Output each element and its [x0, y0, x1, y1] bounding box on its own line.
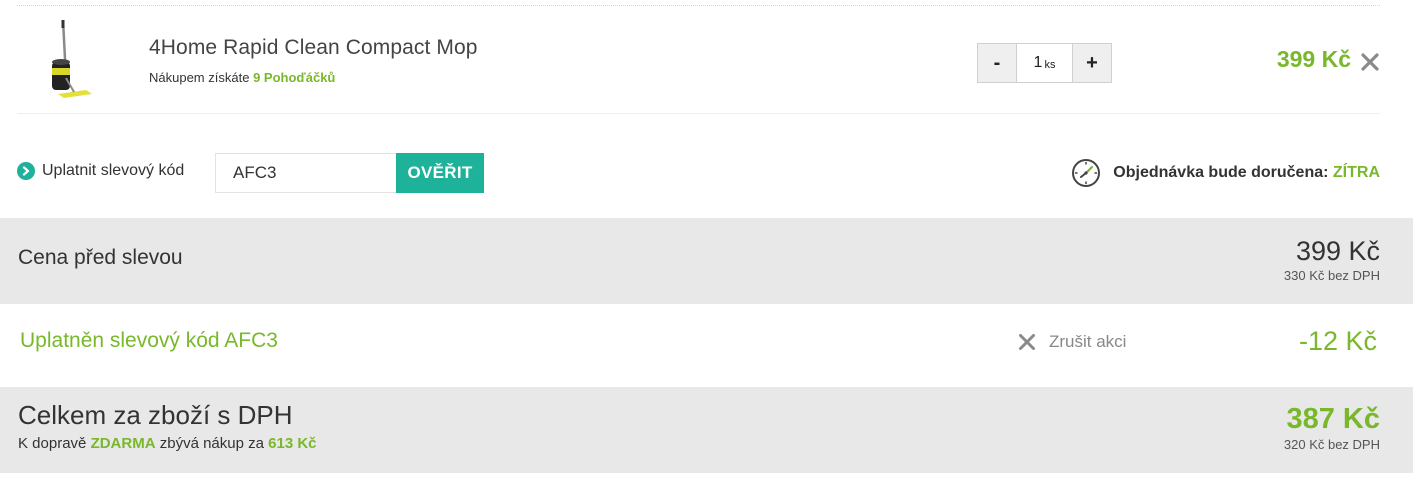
- delivery-text: Objednávka bude doručena: ZÍTRA: [1113, 164, 1380, 182]
- discount-code-label: Uplatnit slevový kód: [42, 162, 185, 179]
- discount-code-toggle[interactable]: Uplatnit slevový kód: [17, 162, 184, 180]
- close-icon[interactable]: [1360, 52, 1380, 72]
- applied-discount-label: Uplatněn slevový kód AFC3: [20, 329, 278, 352]
- shipping-prefix: K dopravě: [18, 435, 87, 452]
- delivery-label: Objednávka bude doručena:: [1113, 164, 1329, 181]
- clock-icon: [1072, 159, 1101, 187]
- product-price: 399 Kč: [1276, 46, 1351, 72]
- cancel-discount-button[interactable]: Zrušit akci: [1018, 332, 1126, 352]
- price-before-discount-value: 399 Kč: [1295, 236, 1380, 266]
- loyalty-points: Nákupem získáte 9 Pohoďáčků: [149, 70, 335, 85]
- discount-code-input[interactable]: [215, 153, 397, 193]
- increase-quantity-button[interactable]: +: [1072, 44, 1111, 82]
- quantity-field[interactable]: 1 ks: [1017, 44, 1072, 82]
- chevron-right-circle-icon: [17, 162, 35, 180]
- shipping-remaining: 613 Kč: [268, 435, 317, 452]
- points-prefix: Nákupem získáte: [149, 70, 250, 85]
- total-row: Celkem za zboží s DPH K dopravě ZDARMA z…: [0, 387, 1413, 473]
- total-label: Celkem za zboží s DPH: [18, 400, 293, 430]
- decrease-quantity-button[interactable]: -: [978, 44, 1017, 82]
- price-before-discount-row: Cena před slevou 399 Kč 330 Kč bez DPH: [0, 218, 1413, 304]
- quantity-stepper: - 1 ks +: [977, 43, 1112, 83]
- quantity-unit: ks: [1044, 59, 1056, 71]
- total-price: 387 Kč: [1286, 403, 1380, 435]
- cart-page: 4Home Rapid Clean Compact Mop Nákupem zí…: [0, 0, 1413, 487]
- points-value: 9 Pohoďáčků: [253, 70, 336, 85]
- product-thumbnail[interactable]: [30, 18, 100, 102]
- free-shipping-note: K dopravě ZDARMA zbývá nákup za 613 Kč: [18, 435, 317, 452]
- discount-code-row: Uplatnit slevový kód OVĚŘIT Objednávka b…: [17, 152, 1380, 194]
- total-price-without-vat: 320 Kč bez DPH: [1283, 437, 1380, 452]
- price-before-discount-label: Cena před slevou: [18, 246, 183, 269]
- delivery-info: Objednávka bude doručena: ZÍTRA: [1071, 158, 1380, 188]
- price-before-discount-without-vat: 330 Kč bez DPH: [1283, 268, 1380, 283]
- delivery-value: ZÍTRA: [1332, 164, 1380, 181]
- cancel-discount-label: Zrušit akci: [1049, 332, 1127, 351]
- close-icon: [1019, 334, 1035, 350]
- cart-item-row: 4Home Rapid Clean Compact Mop Nákupem zí…: [17, 6, 1380, 114]
- product-name[interactable]: 4Home Rapid Clean Compact Mop: [149, 36, 478, 60]
- shipping-free: ZDARMA: [90, 435, 156, 452]
- applied-discount-row: Uplatněn slevový kód AFC3 Zrušit akci -1…: [0, 304, 1413, 387]
- discount-amount: -12 Kč: [1298, 326, 1377, 356]
- quantity-value: 1: [1033, 54, 1043, 71]
- shipping-middle: zbývá nákup za: [159, 435, 264, 452]
- verify-code-button[interactable]: OVĚŘIT: [396, 153, 484, 193]
